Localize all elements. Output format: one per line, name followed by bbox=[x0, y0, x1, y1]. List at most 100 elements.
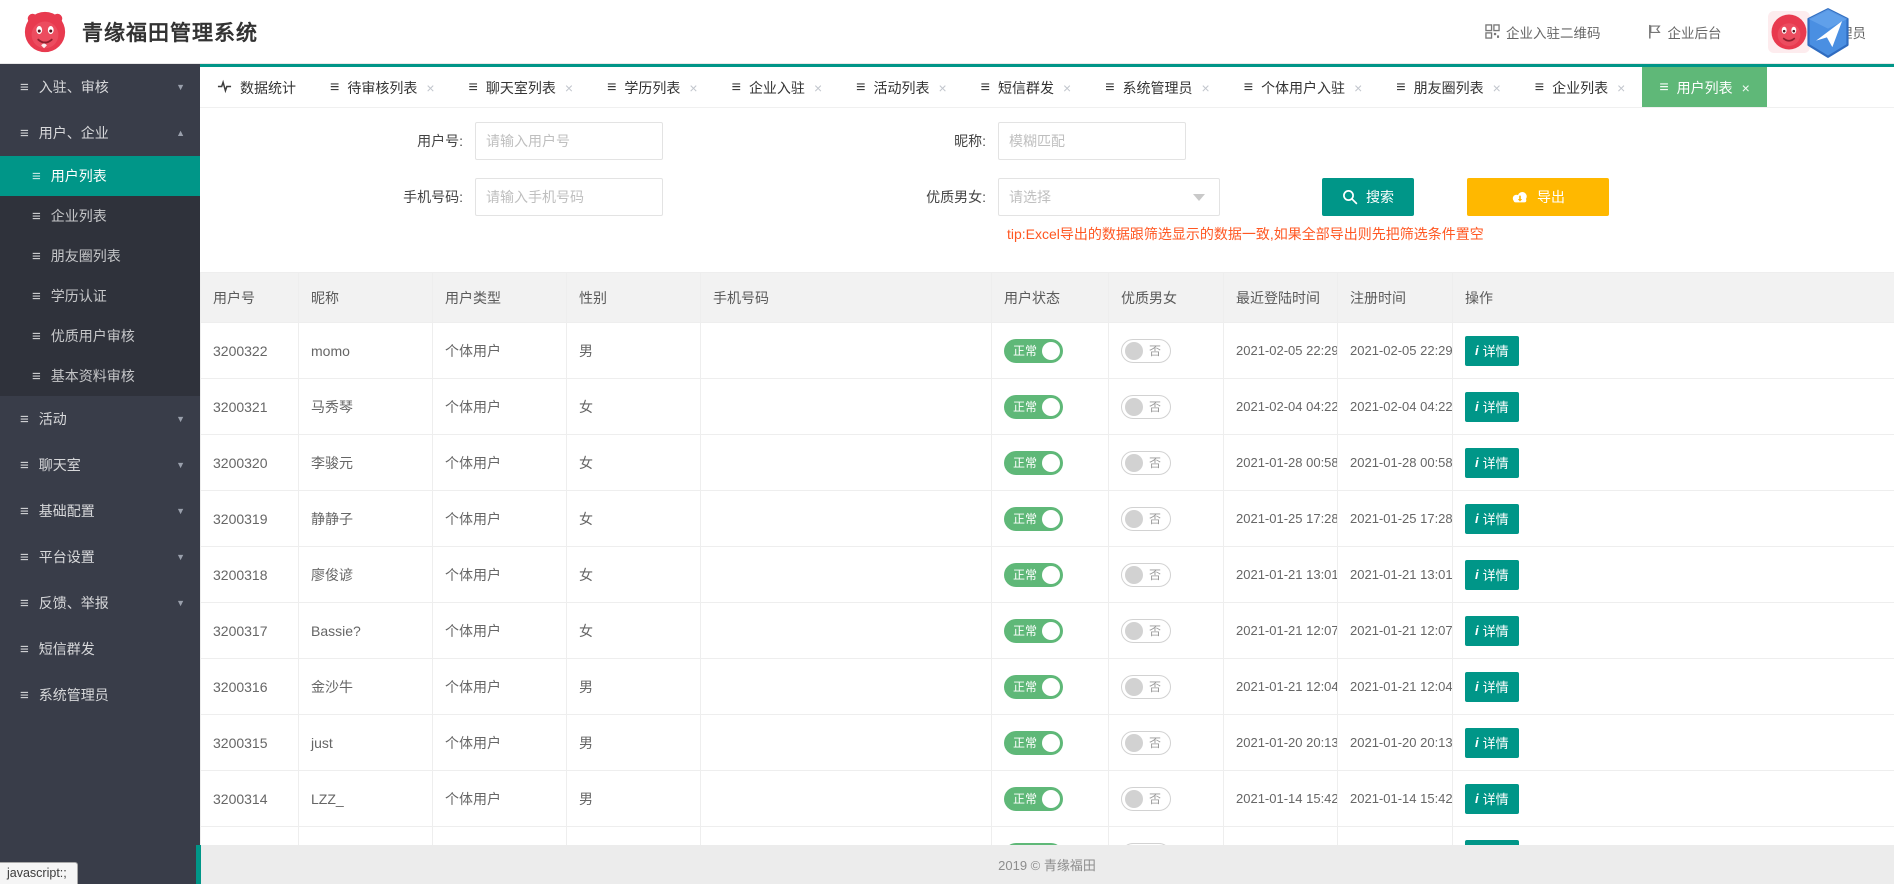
tab-label: 学历列表 bbox=[624, 78, 680, 98]
tab-item-11[interactable]: ≡用户列表× bbox=[1642, 67, 1767, 108]
export-button[interactable]: 导出 bbox=[1467, 178, 1609, 216]
cell-user-id: 3200322 bbox=[201, 323, 299, 379]
quality-toggle[interactable]: 否 bbox=[1121, 563, 1171, 587]
status-toggle[interactable]: 正常 bbox=[1004, 563, 1063, 587]
tab-item-2[interactable]: ≡聊天室列表× bbox=[452, 67, 591, 108]
status-toggle[interactable]: 正常 bbox=[1004, 507, 1063, 531]
sidebar-subitem-1[interactable]: ≡企业列表 bbox=[0, 196, 200, 236]
cell-gender: 女 bbox=[567, 491, 701, 547]
menu-list-icon: ≡ bbox=[20, 457, 29, 474]
tab-item-8[interactable]: ≡个体用户入驻× bbox=[1227, 67, 1380, 108]
quality-toggle[interactable]: 否 bbox=[1121, 395, 1171, 419]
tab-close-icon[interactable]: × bbox=[1493, 80, 1501, 96]
cell-user-id: 3200318 bbox=[201, 547, 299, 603]
detail-button[interactable]: i详情 bbox=[1465, 784, 1519, 814]
cell-actions: i详情 bbox=[1453, 603, 1894, 659]
tab-close-icon[interactable]: × bbox=[1354, 80, 1362, 96]
sidebar-subitem-5[interactable]: ≡基本资料审核 bbox=[0, 356, 200, 396]
detail-button[interactable]: i详情 bbox=[1465, 336, 1519, 366]
sidebar-item-0[interactable]: ≡入驻、审核▼ bbox=[0, 64, 200, 110]
detail-button-label: 详情 bbox=[1483, 453, 1509, 472]
sidebar-subitem-label: 学历认证 bbox=[51, 286, 107, 306]
user-menu[interactable]: 管理员 bbox=[1768, 11, 1873, 53]
tab-close-icon[interactable]: × bbox=[426, 80, 434, 96]
quality-toggle[interactable]: 否 bbox=[1121, 339, 1171, 363]
quality-toggle[interactable]: 否 bbox=[1121, 675, 1171, 699]
sidebar-item-8[interactable]: ≡系统管理员 bbox=[0, 672, 200, 718]
sidebar-subitem-2[interactable]: ≡朋友圈列表 bbox=[0, 236, 200, 276]
extension-bird-icon[interactable] bbox=[1802, 7, 1854, 59]
sidebar-item-5[interactable]: ≡平台设置▼ bbox=[0, 534, 200, 580]
tab-close-icon[interactable]: × bbox=[938, 80, 946, 96]
sidebar-item-label: 用户、企业 bbox=[39, 123, 109, 143]
info-icon: i bbox=[1475, 791, 1479, 806]
scrollbar-thumb[interactable] bbox=[196, 845, 201, 884]
tab-close-icon[interactable]: × bbox=[565, 80, 573, 96]
detail-button[interactable]: i详情 bbox=[1465, 616, 1519, 646]
toggle-knob bbox=[1125, 398, 1143, 416]
tab-label: 个体用户入驻 bbox=[1261, 78, 1345, 98]
cell-phone bbox=[701, 659, 992, 715]
quality-toggle[interactable]: 否 bbox=[1121, 451, 1171, 475]
quality-toggle[interactable]: 否 bbox=[1121, 619, 1171, 643]
sidebar-item-3[interactable]: ≡聊天室▼ bbox=[0, 442, 200, 488]
quality-toggle[interactable]: 否 bbox=[1121, 731, 1171, 755]
detail-button[interactable]: i详情 bbox=[1465, 392, 1519, 422]
status-toggle[interactable]: 正常 bbox=[1004, 787, 1063, 811]
sidebar-subitem-0[interactable]: ≡用户列表 bbox=[0, 156, 200, 196]
cell-last-login: 2021-02-05 22:29 bbox=[1224, 323, 1338, 379]
sidebar-item-4[interactable]: ≡基础配置▼ bbox=[0, 488, 200, 534]
status-bar-tooltip: javascript:; bbox=[0, 862, 78, 884]
sidebar-item-1[interactable]: ≡用户、企业▲ bbox=[0, 110, 200, 156]
tab-item-0[interactable]: 数据统计 bbox=[200, 67, 313, 108]
detail-button[interactable]: i详情 bbox=[1465, 672, 1519, 702]
search-button[interactable]: 搜索 bbox=[1322, 178, 1414, 216]
status-toggle[interactable]: 正常 bbox=[1004, 395, 1063, 419]
tab-label: 活动列表 bbox=[873, 78, 929, 98]
toggle-knob bbox=[1042, 566, 1060, 584]
toggle-knob bbox=[1042, 790, 1060, 808]
status-toggle[interactable]: 正常 bbox=[1004, 339, 1063, 363]
status-toggle[interactable]: 正常 bbox=[1004, 619, 1063, 643]
phone-input[interactable] bbox=[475, 178, 663, 216]
tab-close-icon[interactable]: × bbox=[814, 80, 822, 96]
sidebar-item-6[interactable]: ≡反馈、举报▼ bbox=[0, 580, 200, 626]
list-icon: ≡ bbox=[981, 80, 990, 96]
quality-toggle[interactable]: 否 bbox=[1121, 507, 1171, 531]
sidebar-item-2[interactable]: ≡活动▼ bbox=[0, 396, 200, 442]
status-toggle-label: 正常 bbox=[1013, 678, 1037, 695]
sidebar-subitem-3[interactable]: ≡学历认证 bbox=[0, 276, 200, 316]
quality-toggle[interactable]: 否 bbox=[1121, 787, 1171, 811]
tab-item-6[interactable]: ≡短信群发× bbox=[964, 67, 1089, 108]
tab-item-4[interactable]: ≡企业入驻× bbox=[715, 67, 840, 108]
user-id-input[interactable] bbox=[475, 122, 663, 160]
info-icon: i bbox=[1475, 399, 1479, 414]
tab-item-7[interactable]: ≡系统管理员× bbox=[1088, 67, 1227, 108]
tab-close-icon[interactable]: × bbox=[689, 80, 697, 96]
tab-close-icon[interactable]: × bbox=[1063, 80, 1071, 96]
qr-code-link[interactable]: 企业入驻二维码 bbox=[1485, 22, 1601, 42]
tab-item-3[interactable]: ≡学历列表× bbox=[590, 67, 715, 108]
status-toggle[interactable]: 正常 bbox=[1004, 451, 1063, 475]
tab-close-icon[interactable]: × bbox=[1202, 80, 1210, 96]
tab-label: 待审核列表 bbox=[347, 78, 417, 98]
tab-close-icon[interactable]: × bbox=[1742, 80, 1750, 96]
detail-button[interactable]: i详情 bbox=[1465, 448, 1519, 478]
tab-item-10[interactable]: ≡企业列表× bbox=[1518, 67, 1643, 108]
status-toggle[interactable]: 正常 bbox=[1004, 675, 1063, 699]
tab-close-icon[interactable]: × bbox=[1617, 80, 1625, 96]
tab-item-1[interactable]: ≡待审核列表× bbox=[313, 67, 452, 108]
menu-list-icon: ≡ bbox=[20, 411, 29, 428]
tab-item-5[interactable]: ≡活动列表× bbox=[839, 67, 964, 108]
status-toggle[interactable]: 正常 bbox=[1004, 731, 1063, 755]
detail-button[interactable]: i详情 bbox=[1465, 560, 1519, 590]
cell-user-type: 个体用户 bbox=[433, 379, 567, 435]
detail-button[interactable]: i详情 bbox=[1465, 504, 1519, 534]
tab-item-9[interactable]: ≡朋友圈列表× bbox=[1379, 67, 1518, 108]
detail-button[interactable]: i详情 bbox=[1465, 728, 1519, 758]
enterprise-backend-link[interactable]: 企业后台 bbox=[1647, 22, 1722, 42]
nickname-input[interactable] bbox=[998, 122, 1186, 160]
sidebar-subitem-4[interactable]: ≡优质用户审核 bbox=[0, 316, 200, 356]
sidebar-item-7[interactable]: ≡短信群发 bbox=[0, 626, 200, 672]
quality-select[interactable]: 请选择 bbox=[998, 178, 1220, 216]
